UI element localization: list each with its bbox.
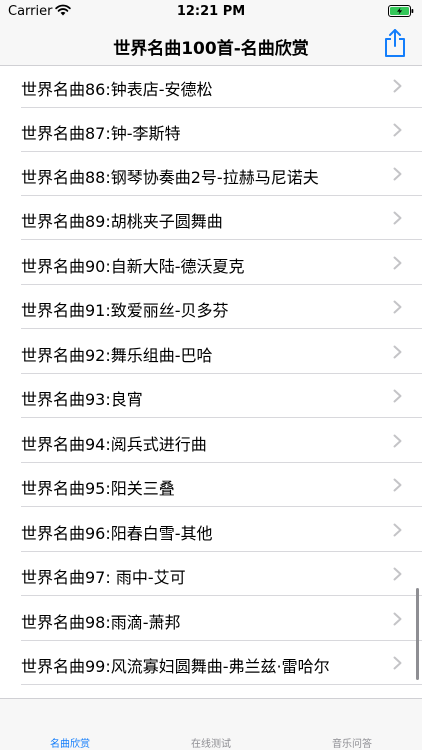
list-item[interactable]: 世界名曲95:阳关三叠: [0, 463, 422, 507]
scroll-indicator[interactable]: [416, 588, 419, 680]
chevron-right-icon: [393, 123, 402, 137]
chevron-right-icon: [393, 389, 402, 403]
chevron-right-icon: [393, 434, 402, 448]
navigation-bar: 世界名曲100首-名曲欣赏: [0, 22, 422, 66]
chevron-right-icon: [393, 79, 402, 93]
row-divider: [21, 684, 422, 685]
list-item-label: 世界名曲88:钢琴协奏曲2号-拉赫马尼诺夫: [21, 168, 319, 187]
row-divider: [21, 595, 422, 596]
battery-charging-icon: [388, 5, 414, 17]
chevron-right-icon: [393, 656, 402, 670]
row-divider: [21, 239, 422, 240]
list-item[interactable]: 世界名曲92:舞乐组曲-巴哈: [0, 330, 422, 374]
status-bar: Carrier 12:21 PM: [0, 0, 422, 22]
chevron-right-icon: [393, 478, 402, 492]
list-item[interactable]: 世界名曲96:阳春白雪-其他: [0, 508, 422, 552]
list-item-label: 世界名曲89:胡桃夹子圆舞曲: [21, 212, 223, 231]
list-item-label: 世界名曲97: 雨中-艾可: [21, 568, 186, 587]
chevron-right-icon: [393, 345, 402, 359]
list-item[interactable]: 世界名曲87:钟-李斯特: [0, 108, 422, 152]
tab-bar: 名曲欣赏 在线测试 音乐问答: [0, 698, 422, 750]
list-item-label: 世界名曲91:致爱丽丝-贝多芬: [21, 301, 229, 320]
chevron-right-icon: [393, 211, 402, 225]
list-item[interactable]: 世界名曲97: 雨中-艾可: [0, 552, 422, 596]
row-divider: [21, 506, 422, 507]
list-item-label: 世界名曲99:风流寡妇圆舞曲-弗兰兹·雷哈尔: [21, 657, 330, 676]
list-item-label: 世界名曲95:阳关三叠: [21, 479, 175, 498]
row-divider: [21, 328, 422, 329]
tab-music-appreciation[interactable]: 名曲欣赏: [0, 735, 140, 750]
list-item-label: 世界名曲92:舞乐组曲-巴哈: [21, 346, 213, 365]
chevron-right-icon: [393, 167, 402, 181]
tab-online-test[interactable]: 在线测试: [141, 735, 281, 750]
list-item-label: 世界名曲93:良宵: [21, 390, 143, 409]
chevron-right-icon: [393, 256, 402, 270]
chevron-right-icon: [393, 612, 402, 626]
list-item-label: 世界名曲86:钟表店-安德松: [21, 80, 213, 99]
list-item[interactable]: 世界名曲98:雨滴-萧邦: [0, 597, 422, 641]
status-time: 12:21 PM: [176, 4, 246, 19]
chevron-right-icon: [393, 523, 402, 537]
list-item[interactable]: 世界名曲86:钟表店-安德松: [0, 66, 422, 108]
chevron-right-icon: [393, 567, 402, 581]
list-item-label: 世界名曲98:雨滴-萧邦: [21, 613, 181, 632]
share-icon[interactable]: [382, 28, 408, 58]
chevron-right-icon: [393, 300, 402, 314]
list-item[interactable]: 世界名曲90:自新大陆-德沃夏克: [0, 241, 422, 285]
list-item[interactable]: 世界名曲93:良宵: [0, 374, 422, 418]
tab-music-qa[interactable]: 音乐问答: [282, 735, 422, 750]
list-item-label: 世界名曲96:阳春白雪-其他: [21, 524, 213, 543]
list-item-label: 世界名曲87:钟-李斯特: [21, 124, 181, 143]
song-list[interactable]: 世界名曲86:钟表店-安德松 世界名曲87:钟-李斯特 世界名曲88:钢琴协奏曲…: [0, 66, 422, 698]
list-item[interactable]: 世界名曲94:阅兵式进行曲: [0, 419, 422, 463]
list-item[interactable]: 世界名曲89:胡桃夹子圆舞曲: [0, 196, 422, 240]
list-item[interactable]: 世界名曲91:致爱丽丝-贝多芬: [0, 285, 422, 329]
row-divider: [21, 417, 422, 418]
list-item-label: 世界名曲90:自新大陆-德沃夏克: [21, 257, 245, 276]
list-item-label: 世界名曲94:阅兵式进行曲: [21, 435, 207, 454]
page-title: 世界名曲100首-名曲欣赏: [113, 39, 309, 59]
list-item[interactable]: 世界名曲99:风流寡妇圆舞曲-弗兰兹·雷哈尔: [0, 641, 422, 685]
list-item[interactable]: 世界名曲88:钢琴协奏曲2号-拉赫马尼诺夫: [0, 152, 422, 196]
app-screen: Carrier 12:21 PM 世界名曲100首-名曲欣赏 世界名曲86:钟表…: [0, 0, 422, 750]
